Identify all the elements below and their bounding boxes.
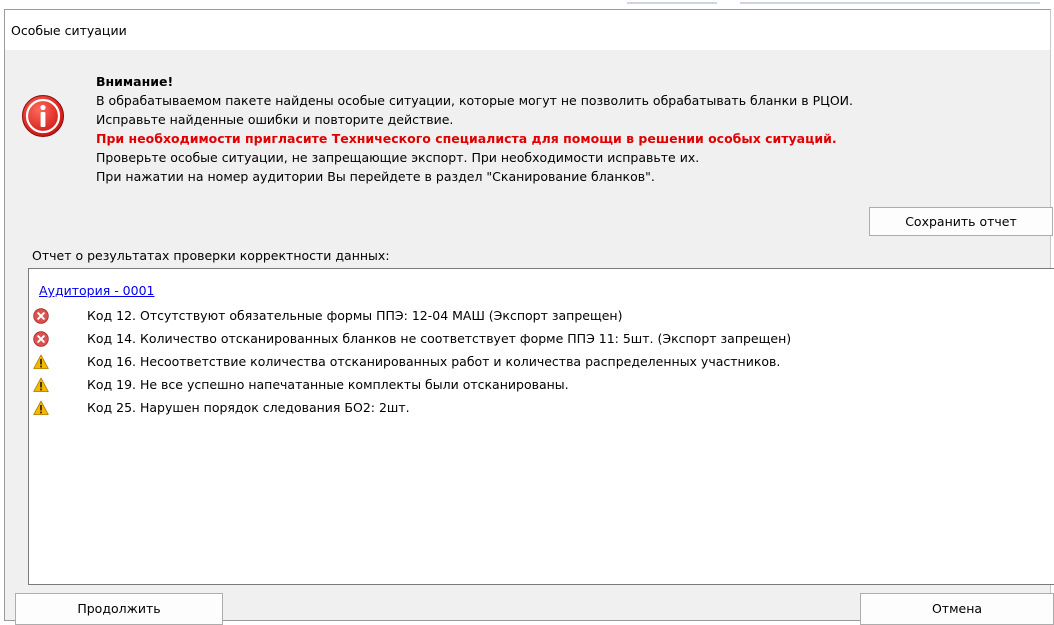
alert-text-line1: В обрабатываемом пакете найдены особые с…: [96, 93, 853, 108]
report-item-text: Код 14. Количество отсканированных бланк…: [87, 331, 792, 346]
background-decoration: [627, 2, 717, 4]
report-item-text: Код 19. Не все успешно напечатанные комп…: [87, 377, 569, 392]
report-list[interactable]: Аудитория - 0001 Код 12. Отсутствуют обя…: [28, 268, 1054, 585]
report-item: Код 25. Нарушен порядок следования БО2: …: [29, 398, 1054, 420]
save-report-button[interactable]: Сохранить отчет: [869, 207, 1053, 236]
warning-icon: [33, 400, 49, 415]
alert-text-line3: Проверьте особые ситуации, не запрещающи…: [96, 150, 700, 165]
report-item-text: Код 25. Нарушен порядок следования БО2: …: [87, 400, 410, 415]
report-label: Отчет о результатах проверки корректност…: [32, 248, 390, 263]
report-item: Код 19. Не все успешно напечатанные комп…: [29, 375, 1054, 397]
alert-text-line2: Исправьте найденные ошибки и повторите д…: [96, 112, 454, 127]
continue-button[interactable]: Продолжить: [15, 593, 223, 625]
alert-info-icon: [22, 95, 64, 137]
alert-warning-text: При необходимости пригласите Техническог…: [96, 131, 837, 146]
report-item: Код 12. Отсутствуют обязательные формы П…: [29, 306, 1054, 328]
report-item: Код 16. Несоответствие количества отскан…: [29, 352, 1054, 374]
warning-icon: [33, 354, 49, 369]
cancel-button[interactable]: Отмена: [860, 593, 1054, 625]
report-item-text: Код 12. Отсутствуют обязательные формы П…: [87, 308, 623, 323]
auditorium-link[interactable]: Аудитория - 0001: [39, 283, 155, 298]
warning-icon: [33, 377, 49, 392]
dialog-title: Особые ситуации: [11, 23, 127, 38]
error-icon: [33, 331, 49, 347]
background-decoration: [740, 2, 1040, 4]
alert-text-line4: При нажатии на номер аудитории Вы перейд…: [96, 169, 655, 184]
alert-heading: Внимание!: [96, 74, 174, 89]
report-item-text: Код 16. Несоответствие количества отскан…: [87, 354, 781, 369]
dialog-titlebar: Особые ситуации: [5, 10, 1050, 50]
error-icon: [33, 308, 49, 324]
report-item: Код 14. Количество отсканированных бланк…: [29, 329, 1054, 351]
alert-message: Внимание! В обрабатываемом пакете найден…: [96, 72, 853, 186]
special-situations-dialog: Особые ситуации Внимание! В обрабатываем…: [4, 9, 1054, 625]
